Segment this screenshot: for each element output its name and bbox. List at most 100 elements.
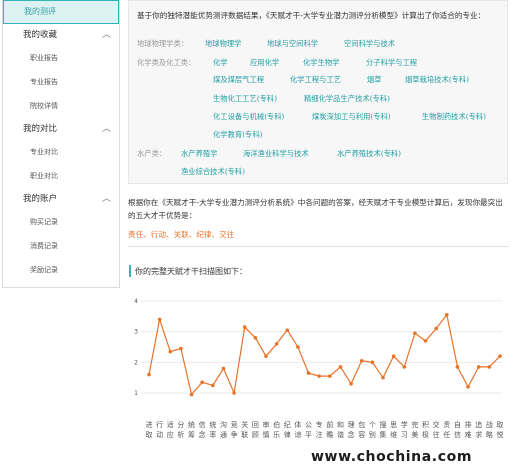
- data-point: [157, 317, 162, 322]
- data-point: [423, 339, 428, 343]
- sidebar: 我的测评 我的收藏 ︿ 职业报告 专业报告 院校详情 我的对比 ︿ 专业对比 职…: [2, 0, 120, 288]
- x-tick-label: 纪律: [284, 420, 291, 439]
- x-tick-label: 学习: [401, 420, 408, 439]
- x-tick-label: 关联: [241, 420, 248, 439]
- chevron-up-icon: ︿: [101, 30, 111, 40]
- chevron-up-icon: ︿: [101, 194, 111, 204]
- major-link[interactable]: 水产养殖学: [181, 149, 217, 159]
- chevron-up-icon: ︿: [101, 124, 111, 134]
- x-tick-label: 完美: [411, 420, 418, 439]
- x-tick-label: 追求: [475, 420, 482, 439]
- major-link[interactable]: 地球与空间科学: [267, 39, 318, 49]
- data-point: [498, 354, 502, 358]
- major-link[interactable]: 烟草: [367, 75, 382, 85]
- sidebar-item-major-compare[interactable]: 专业对比: [3, 140, 119, 164]
- x-tick-label: 搜集: [380, 420, 387, 439]
- major-link[interactable]: 地球物理学: [205, 39, 241, 49]
- data-point: [264, 354, 268, 358]
- category-label-chemistry: 化学类及化工类：: [137, 58, 196, 67]
- section-accent-bar: [129, 265, 131, 277]
- x-tick-label: 思维: [390, 421, 397, 439]
- major-link[interactable]: 化学: [213, 58, 228, 68]
- sidebar-group-favorites[interactable]: 我的收藏 ︿: [3, 24, 119, 46]
- y-tick-label: 3: [134, 329, 138, 336]
- sidebar-item-spending-records[interactable]: 消费记录: [3, 234, 119, 258]
- x-axis: 进取行动适应分析统筹信念统率沟通竞争关联回顾审慎伯乐纪律体谅公平专注前瞻和谐理念…: [146, 420, 504, 439]
- data-point: [189, 392, 194, 397]
- x-tick-label: 适应: [167, 420, 174, 439]
- data-point: [466, 385, 470, 389]
- major-link[interactable]: 应用化学: [250, 58, 279, 68]
- major-link[interactable]: 化工设备与机械(专科): [213, 112, 284, 122]
- sidebar-group-label: 我的账户: [23, 194, 58, 204]
- x-tick-label: 积极: [422, 420, 429, 439]
- data-point: [328, 374, 332, 378]
- x-tick-label: 行动: [156, 420, 163, 439]
- y-axis: 1 2 3 4: [134, 298, 138, 397]
- major-link[interactable]: 分子科学与工程: [366, 58, 417, 68]
- chart-series: [147, 313, 502, 397]
- y-tick-label: 4: [134, 298, 138, 305]
- major-link[interactable]: 空间科学与技术: [344, 39, 395, 49]
- major-link[interactable]: 煤炭深加工与利用(专科): [312, 112, 391, 122]
- data-point: [200, 380, 204, 385]
- x-tick-label: 专注: [316, 420, 323, 439]
- major-link[interactable]: 生物制药技术(专科): [422, 112, 486, 122]
- data-point: [285, 328, 290, 332]
- data-point: [221, 366, 226, 371]
- data-point: [317, 374, 321, 378]
- major-link[interactable]: 化学工程与工艺: [290, 75, 341, 85]
- data-point: [168, 349, 173, 354]
- major-link[interactable]: 化学生物学: [303, 58, 339, 68]
- sidebar-item-reward-records[interactable]: 奖励记录: [3, 258, 119, 282]
- x-tick-label: 统筹: [188, 420, 195, 439]
- x-tick-label: 理念: [348, 421, 355, 439]
- sidebar-group-label: 我的收藏: [23, 30, 58, 40]
- x-tick-label: 包容: [358, 420, 365, 439]
- category-label-aquaculture: 水产类：: [137, 149, 167, 158]
- y-tick-label: 2: [134, 359, 138, 366]
- sidebar-item-purchase-records[interactable]: 购买记录: [3, 210, 119, 234]
- x-tick-label: 和谐: [337, 420, 344, 439]
- data-point: [370, 360, 375, 365]
- data-point: [349, 382, 353, 386]
- data-point: [296, 345, 300, 349]
- sidebar-item-career-compare[interactable]: 职业对比: [3, 164, 119, 188]
- sidebar-item-college-detail[interactable]: 院校详情: [3, 94, 119, 118]
- sidebar-group-account[interactable]: 我的账户 ︿: [3, 188, 119, 210]
- x-tick-label: 分析: [177, 420, 184, 439]
- data-point: [445, 313, 449, 317]
- sidebar-group-label: 我的对比: [23, 124, 58, 134]
- x-tick-label: 沟通: [220, 420, 227, 439]
- x-tick-label: 战略: [486, 420, 493, 439]
- x-tick-label: 进取: [146, 421, 153, 439]
- major-link[interactable]: 生物化工工艺(专科): [213, 94, 277, 104]
- x-tick-label: 排难: [465, 420, 472, 439]
- chart-title: 你的完整天赋才干扫描图如下：: [135, 267, 247, 276]
- data-point: [434, 326, 438, 331]
- sidebar-item-career-report[interactable]: 职业报告: [3, 46, 119, 70]
- major-link[interactable]: 渔业综合技术(专科): [181, 167, 245, 177]
- talent-scan-chart: 1 2 3 4 进取行动适应分析统筹信念统率沟通竞争关联回顾审慎伯乐纪律体谅公平专注前…: [134, 298, 504, 439]
- data-point: [359, 359, 364, 363]
- sidebar-item-major-report[interactable]: 专业报告: [3, 70, 119, 94]
- x-tick-label: 回顾: [252, 421, 259, 439]
- major-link[interactable]: 煤及煤层气工程: [213, 75, 264, 85]
- data-point: [381, 375, 385, 380]
- major-link[interactable]: 海洋渔业科学与技术: [243, 149, 309, 159]
- x-tick-label: 信念: [199, 420, 206, 439]
- sidebar-group-compare[interactable]: 我的对比 ︿: [3, 118, 119, 140]
- x-tick-label: 伯乐: [273, 420, 280, 439]
- data-point: [413, 331, 417, 335]
- y-tick-label: 1: [134, 390, 138, 397]
- watermark: www.chochina.com: [311, 449, 473, 465]
- result-description: 根据你在《天赋才干-大学专业潜力测评分析系统》中各问题的答案，经天赋才干专业模型…: [128, 198, 503, 220]
- sidebar-item-my-assessment[interactable]: 我的测评: [3, 0, 119, 24]
- major-link[interactable]: 烟草栽培技术(专科): [405, 75, 469, 85]
- x-tick-label: 公平: [305, 421, 312, 439]
- x-tick-label: 责任: [443, 420, 450, 439]
- major-link[interactable]: 化学教育(专科): [213, 130, 262, 140]
- major-link[interactable]: 精细化学品生产技术(专科): [304, 94, 390, 104]
- data-point: [402, 365, 407, 369]
- major-link[interactable]: 水产养殖技术(专科): [337, 149, 401, 159]
